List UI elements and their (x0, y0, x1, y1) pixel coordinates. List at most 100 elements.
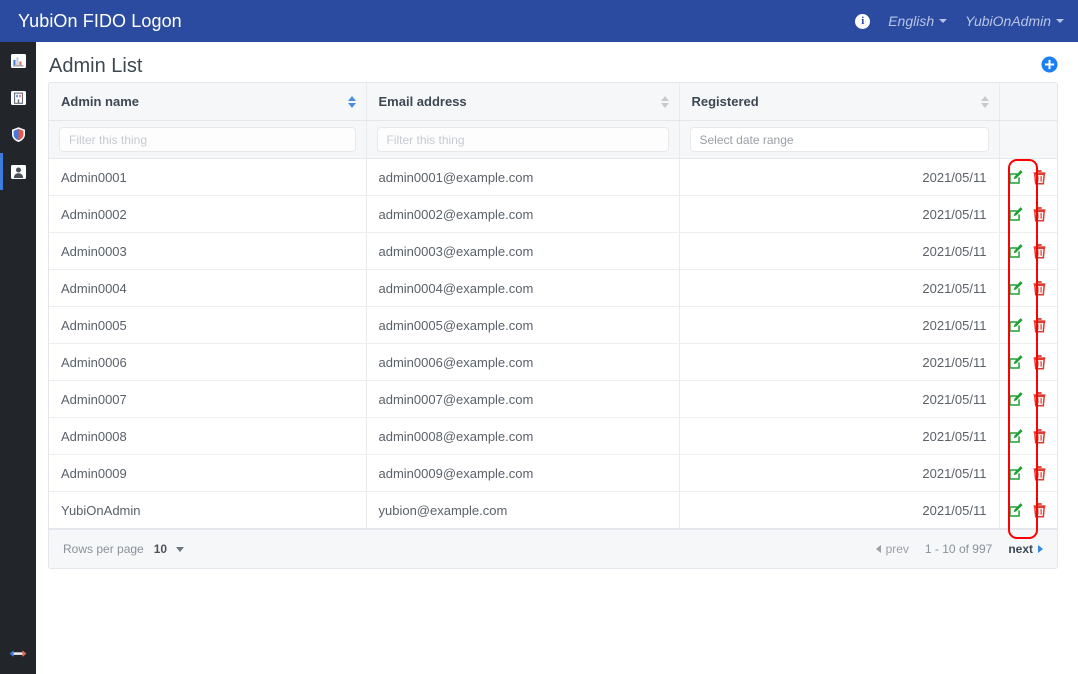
account-dropdown[interactable]: YubiOnAdmin (965, 13, 1064, 29)
trash-icon[interactable] (1032, 317, 1047, 333)
cell-registered: 2021/05/11 (679, 158, 1000, 196)
main-content: Admin List Admin name Email address Regi… (36, 42, 1078, 674)
cell-admin-name: Admin0001 (49, 158, 367, 196)
add-admin-button[interactable] (1041, 56, 1058, 73)
filter-cell-registered (679, 120, 1000, 159)
sort-ascending-icon (347, 95, 356, 101)
sort-descending-icon (660, 102, 669, 108)
sort-ascending-icon (980, 95, 989, 101)
cell-email-address: yubion@example.com (366, 491, 680, 529)
edit-pencil-icon[interactable] (1008, 169, 1024, 185)
filter-cell-email-address (366, 120, 680, 159)
table-row: YubiOnAdmin yubion@example.com 2021/05/11 (49, 491, 1057, 529)
top-navbar: YubiOn FIDO Logon i English YubiOnAdmin (0, 0, 1078, 42)
sidebar-toggle-button[interactable] (0, 634, 36, 674)
column-header-admin-name[interactable]: Admin name (49, 83, 367, 121)
cell-registered: 2021/05/11 (679, 417, 1000, 455)
rows-per-page-select[interactable]: 10 (153, 542, 185, 556)
rows-per-page-value: 10 (153, 542, 168, 556)
column-header-actions (999, 83, 1057, 121)
edit-pencil-icon[interactable] (1008, 280, 1024, 296)
table-row: Admin0006 admin0006@example.com 2021/05/11 (49, 343, 1057, 381)
shield-icon (10, 126, 27, 143)
column-header-email-address[interactable]: Email address (366, 83, 680, 121)
cell-email-address: admin0004@example.com (366, 269, 680, 307)
trash-icon[interactable] (1032, 280, 1047, 296)
column-header-registered-label: Registered (691, 94, 759, 109)
column-header-admin-name-label: Admin name (61, 94, 140, 109)
prev-page-label: prev (885, 542, 909, 556)
trash-icon[interactable] (1032, 465, 1047, 481)
cell-admin-name: Admin0003 (49, 232, 367, 270)
sidebar-item-organization[interactable] (0, 79, 36, 116)
cell-email-address: admin0007@example.com (366, 380, 680, 418)
column-header-registered[interactable]: Registered (679, 83, 1000, 121)
sort-indicator-email-address[interactable] (660, 95, 669, 108)
trash-icon[interactable] (1032, 502, 1047, 518)
cell-actions (999, 158, 1057, 196)
edit-pencil-icon[interactable] (1008, 428, 1024, 444)
sort-descending-icon (980, 102, 989, 108)
pagination-controls: prev 1 - 10 of 997 next (875, 542, 1043, 556)
table-head: Admin name Email address Registered Filt… (49, 83, 1057, 159)
edit-pencil-icon[interactable] (1008, 206, 1024, 222)
edit-pencil-icon[interactable] (1008, 354, 1024, 370)
admin-table: Admin name Email address Registered Filt… (49, 83, 1057, 529)
info-circle-icon[interactable]: i (855, 13, 871, 29)
trash-icon[interactable] (1032, 391, 1047, 407)
add-circle-icon (1041, 56, 1058, 73)
cell-actions (999, 269, 1057, 307)
edit-pencil-icon[interactable] (1008, 391, 1024, 407)
cell-admin-name: Admin0004 (49, 269, 367, 307)
prev-page-button[interactable]: prev (875, 542, 909, 556)
sidebar-item-admins[interactable] (0, 153, 36, 190)
sort-ascending-icon (660, 95, 669, 101)
edit-pencil-icon[interactable] (1008, 502, 1024, 518)
edit-pencil-icon[interactable] (1008, 317, 1024, 333)
cell-actions (999, 380, 1057, 418)
cell-admin-name: Admin0008 (49, 417, 367, 455)
sort-descending-icon (347, 102, 356, 108)
table-row: Admin0002 admin0002@example.com 2021/05/11 (49, 195, 1057, 233)
admin-name-filter-input[interactable] (59, 127, 356, 152)
cell-registered: 2021/05/11 (679, 306, 1000, 344)
sidebar-item-dashboard[interactable] (0, 42, 36, 79)
trash-icon[interactable] (1032, 243, 1047, 259)
table-body: Admin0001 admin0001@example.com 2021/05/11… (49, 158, 1057, 529)
account-dropdown-label: YubiOnAdmin (965, 13, 1051, 29)
sort-indicator-registered[interactable] (980, 95, 989, 108)
language-dropdown[interactable]: English (888, 13, 948, 29)
chevron-down-icon (939, 19, 948, 23)
cell-email-address: admin0001@example.com (366, 158, 680, 196)
table-row: Admin0009 admin0009@example.com 2021/05/11 (49, 454, 1057, 492)
cell-registered: 2021/05/11 (679, 491, 1000, 529)
next-page-button[interactable]: next (1008, 542, 1043, 556)
cell-admin-name: Admin0002 (49, 195, 367, 233)
rows-per-page-label: Rows per page (63, 542, 144, 556)
trash-icon[interactable] (1032, 428, 1047, 444)
trash-icon[interactable] (1032, 169, 1047, 185)
table-footer: Rows per page 10 prev 1 - 10 of 997 next (49, 529, 1057, 568)
cell-email-address: admin0005@example.com (366, 306, 680, 344)
email-address-filter-input[interactable] (376, 127, 669, 152)
pagination-range-label: 1 - 10 of 997 (924, 542, 993, 556)
cell-admin-name: Admin0005 (49, 306, 367, 344)
cell-registered: 2021/05/11 (679, 195, 1000, 233)
app-brand-title: YubiOn FIDO Logon (18, 10, 182, 31)
sidebar-item-security[interactable] (0, 116, 36, 153)
cell-actions (999, 491, 1057, 529)
table-row: Admin0005 admin0005@example.com 2021/05/11 (49, 306, 1057, 344)
trash-icon[interactable] (1032, 354, 1047, 370)
cell-actions (999, 306, 1057, 344)
edit-pencil-icon[interactable] (1008, 465, 1024, 481)
edit-pencil-icon[interactable] (1008, 243, 1024, 259)
language-dropdown-label: English (888, 13, 935, 29)
cell-actions (999, 195, 1057, 233)
cell-admin-name: YubiOnAdmin (49, 491, 367, 529)
sort-indicator-admin-name[interactable] (347, 95, 356, 108)
cell-registered: 2021/05/11 (679, 269, 1000, 307)
trash-icon[interactable] (1032, 206, 1047, 222)
chevron-down-icon (1056, 19, 1064, 23)
registered-date-range-input[interactable] (689, 127, 989, 152)
